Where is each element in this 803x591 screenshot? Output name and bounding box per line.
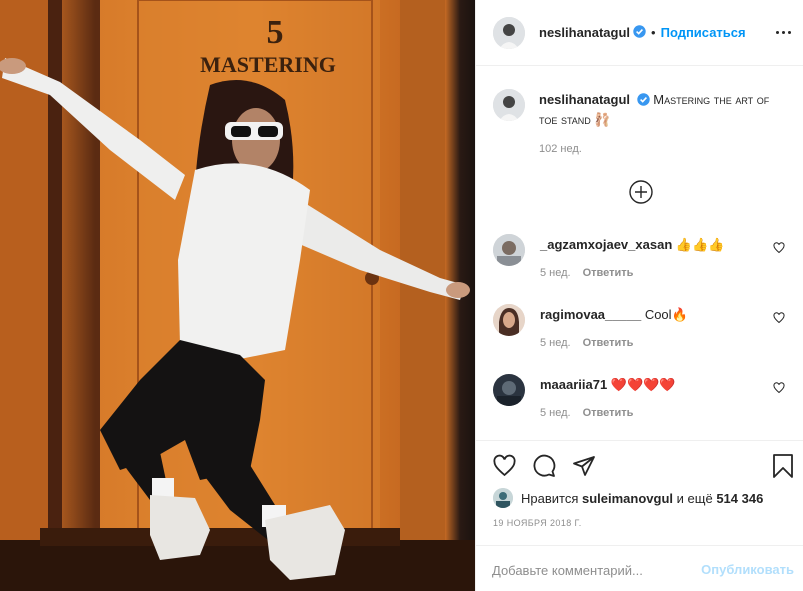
- instagram-post: 5 MASTERING neslihanatagul • Подписаться…: [0, 0, 803, 591]
- heart-icon[interactable]: [773, 242, 785, 257]
- comment-time[interactable]: 5 нед.: [540, 337, 571, 349]
- publish-button[interactable]: Опубликовать: [701, 562, 794, 577]
- share-icon[interactable]: [572, 454, 596, 481]
- post-header: neslihanatagul • Подписаться: [476, 0, 803, 66]
- verified-icon: [633, 24, 646, 41]
- caption-username[interactable]: neslihanatagul: [539, 92, 630, 107]
- comment-text: Cool🔥: [644, 307, 688, 322]
- door-number: 5: [267, 14, 284, 51]
- comment-avatar[interactable]: [493, 234, 525, 266]
- comment-avatar[interactable]: [493, 374, 525, 406]
- comment-text: ❤️❤️❤️❤️: [610, 377, 676, 392]
- reply-button[interactable]: Ответить: [583, 407, 634, 419]
- caption-time[interactable]: 102 нед.: [539, 143, 582, 155]
- comment-username[interactable]: maaariia71: [540, 377, 607, 392]
- likes-connector: и ещё: [676, 490, 713, 506]
- comment-time[interactable]: 5 нед.: [540, 407, 571, 419]
- more-icon[interactable]: [772, 22, 794, 42]
- comment-icon[interactable]: [532, 454, 556, 481]
- post-photo[interactable]: 5 MASTERING: [0, 0, 475, 591]
- caption-emoji: 🩰: [594, 112, 611, 127]
- photo-illustration: 5 MASTERING: [0, 0, 475, 591]
- reply-button[interactable]: Ответить: [583, 337, 634, 349]
- comment-username[interactable]: ragimovaa_____: [540, 307, 641, 322]
- liker-username[interactable]: suleimanovgul: [582, 491, 673, 506]
- comments-area[interactable]: neslihanatagul Mastering the art of toe …: [476, 67, 803, 440]
- post-actions: Нравится suleimanovgul и ещё 514 346 19 …: [476, 440, 803, 540]
- likes-prefix: Нравится: [521, 490, 579, 506]
- comment-item: maaariia71 ❤️❤️❤️❤️ 5 нед. Ответить: [493, 374, 793, 434]
- comment-text: 👍👍👍: [675, 237, 725, 252]
- add-comment-bar: Опубликовать: [476, 545, 803, 591]
- comment-time[interactable]: 5 нед.: [540, 267, 571, 279]
- liker-avatar[interactable]: [493, 488, 513, 508]
- post-date[interactable]: 19 ноября 2018 г.: [493, 518, 582, 528]
- door-sign: MASTERING: [200, 52, 336, 77]
- caption-avatar[interactable]: [493, 89, 525, 121]
- follow-button[interactable]: Подписаться: [661, 25, 746, 40]
- author-avatar[interactable]: [493, 16, 525, 49]
- verified-icon: [636, 93, 650, 111]
- likes-summary: Нравится suleimanovgul и ещё 514 346: [493, 488, 763, 508]
- bookmark-icon[interactable]: [772, 454, 794, 481]
- reply-button[interactable]: Ответить: [583, 267, 634, 279]
- author-username[interactable]: neslihanatagul: [539, 25, 630, 40]
- heart-icon[interactable]: [492, 454, 517, 481]
- likes-count[interactable]: 514 346: [716, 491, 763, 506]
- comment-username[interactable]: _agzamxojaev_xasan: [540, 237, 672, 252]
- comment-item: _agzamxojaev_xasan 👍👍👍 5 нед. Ответить: [493, 234, 793, 294]
- header-separator: •: [651, 25, 656, 40]
- comment-input[interactable]: [492, 558, 692, 582]
- heart-icon[interactable]: [773, 382, 785, 397]
- heart-icon[interactable]: [773, 312, 785, 327]
- comment-item: ragimovaa_____ Cool🔥 5 нед. Ответить: [493, 304, 793, 364]
- comment-avatar[interactable]: [493, 304, 525, 336]
- load-more-icon[interactable]: [628, 179, 654, 205]
- post-sidebar: neslihanatagul • Подписаться neslihanata…: [475, 0, 803, 591]
